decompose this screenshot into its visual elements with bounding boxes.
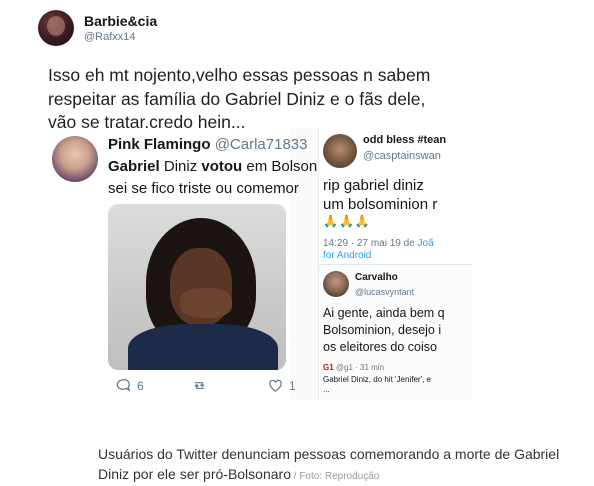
user-handle[interactable]: @Rafxx14	[84, 30, 157, 44]
screenshot-text: rip gabriel diniz um bolsominion r	[323, 176, 437, 214]
g1-text-line: ...	[323, 385, 330, 394]
display-name[interactable]: Barbie&cia	[84, 13, 157, 30]
quoted-author-name: Carvalho	[355, 272, 398, 283]
reply-icon	[116, 379, 131, 392]
retweet-icon	[194, 382, 205, 389]
reply-count: 6	[137, 378, 144, 393]
text-bold: votou	[201, 158, 243, 175]
photo-hand	[180, 288, 232, 318]
author-info: Barbie&cia @Rafxx14	[84, 13, 157, 44]
screenshot-left: Pink Flamingo @Carla71833 Gabriel Diniz …	[48, 128, 326, 400]
screenshot-author-name: Pink Flamingo	[108, 136, 211, 153]
photo-crying-woman	[108, 204, 286, 370]
avatar	[323, 134, 357, 168]
praying-hands-emoji: 🙏🙏🙏	[323, 214, 371, 228]
g1-text-line: Gabriel Diniz, do hit 'Jenifer', e	[323, 375, 431, 384]
g1-meta: @g1 · 31 min	[333, 363, 385, 372]
quoted-text-line: Ai gente, ainda bem q	[323, 306, 445, 320]
avatar[interactable]	[38, 10, 74, 46]
image-caption: Usuários do Twitter denunciam pessoas co…	[98, 444, 568, 486]
quoted-tweet: Carvalho @lucasvyntant Ai gente, ainda b…	[319, 264, 472, 400]
screenshot-text-line: sei se fico triste ou comemor	[108, 180, 299, 197]
text-bold: Gabriel	[108, 158, 160, 175]
g1-header: G1 @g1 · 31 min	[323, 363, 384, 372]
screenshot-text-line: Gabriel Diniz votou em Bolsona	[108, 158, 326, 175]
photo-body	[128, 324, 278, 370]
reply-action: 6	[116, 378, 174, 393]
avatar	[52, 136, 98, 182]
quoted-text: Ai gente, ainda bem q Bolsominion, desej…	[323, 305, 445, 356]
like-count: 1	[289, 378, 296, 393]
timestamp-text: 14:29 · 27 mai 19 de	[323, 238, 418, 249]
screenshot-text-line: rip gabriel diniz	[323, 177, 424, 194]
avatar	[323, 271, 349, 297]
screenshot-author-name: odd bless #tean	[363, 134, 447, 146]
heart-icon	[269, 379, 282, 392]
photo-credit: / Foto: Reprodução	[290, 471, 380, 482]
retweet-action	[192, 378, 250, 393]
screenshot-timestamp: 14:29 · 27 mai 19 de Joã for Android	[323, 238, 434, 262]
tweet-actions: 6 1	[116, 378, 326, 393]
source-link: Joã	[417, 238, 434, 249]
quoted-text-line: os eleitores do coiso	[323, 340, 437, 354]
g1-label: G1	[323, 363, 334, 372]
screenshot-author-handle: @casptainswan	[363, 150, 441, 162]
platform-link: for Android	[323, 250, 372, 261]
quoted-text-line: Bolsominion, desejo i	[323, 323, 442, 337]
tweet-media-image[interactable]: Pink Flamingo @Carla71833 Gabriel Diniz …	[48, 128, 472, 400]
screenshot-text-line: um bolsominion r	[323, 196, 438, 213]
tweet-text: Isso eh mt nojento,velho essas pessoas n…	[48, 65, 431, 132]
screenshot-author: Pink Flamingo @Carla71833	[108, 136, 307, 153]
quoted-author-handle: @lucasvyntant	[355, 287, 415, 297]
text: Diniz	[159, 158, 202, 175]
text: em Bolsona	[242, 158, 326, 175]
screenshot-author-handle: @Carla71833	[214, 136, 308, 153]
tweet-author: Barbie&cia @Rafxx14	[38, 8, 558, 48]
screenshot-right: odd bless #tean @casptainswan rip gabrie…	[318, 128, 472, 400]
g1-text: Gabriel Diniz, do hit 'Jenifer', e ...	[323, 375, 431, 395]
embedded-tweet: Barbie&cia @Rafxx14 Isso eh mt nojento,v…	[38, 8, 558, 132]
